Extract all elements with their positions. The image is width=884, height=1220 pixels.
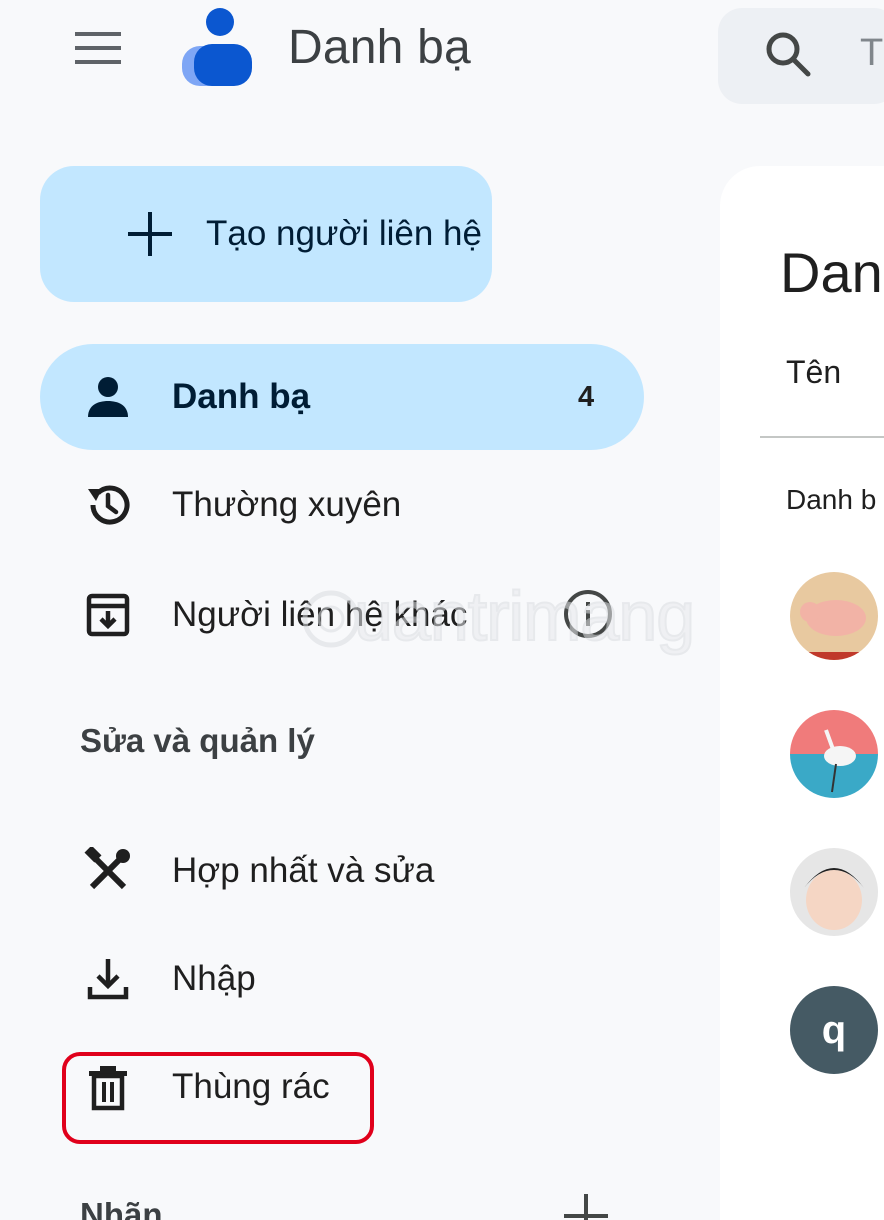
page-title: Dan xyxy=(780,241,883,304)
manage-section-title: Sửa và quản lý xyxy=(80,722,315,759)
avatar[interactable] xyxy=(790,572,878,660)
avatar[interactable] xyxy=(790,710,878,798)
merge-fix-icon xyxy=(84,847,130,890)
info-icon[interactable] xyxy=(560,586,616,642)
search-bar[interactable]: T xyxy=(718,8,884,104)
search-placeholder: T xyxy=(860,32,884,74)
sidebar-item-frequent[interactable]: Thường xuyên xyxy=(40,452,644,558)
main-panel: Dan Tên Danh b q xyxy=(720,166,884,1220)
avatar-letter[interactable]: q xyxy=(790,986,878,1074)
sidebar-item-import[interactable]: Nhập xyxy=(40,926,644,1032)
menu-button[interactable] xyxy=(62,18,134,78)
sidebar-item-trash[interactable]: Thùng rác xyxy=(40,1034,644,1140)
labels-section-title: Nhãn xyxy=(80,1196,163,1220)
sidebar-item-label: Người liên hệ khác xyxy=(172,595,468,634)
column-header-name[interactable]: Tên xyxy=(786,354,841,391)
contacts-count-badge: 4 xyxy=(578,381,595,413)
top-bar: Danh bạ T xyxy=(0,0,884,118)
plus-icon xyxy=(128,212,172,256)
contacts-group-label: Danh b xyxy=(786,484,877,515)
create-contact-label: Tạo người liên hệ xyxy=(206,214,482,253)
history-icon xyxy=(88,485,130,525)
sidebar-item-label: Thùng rác xyxy=(172,1067,330,1106)
divider xyxy=(760,436,884,438)
sidebar-item-contacts[interactable]: Danh bạ 4 xyxy=(40,344,644,450)
app-title: Danh bạ xyxy=(288,21,471,74)
sidebar-item-label: Danh bạ xyxy=(172,377,311,416)
child-photo-avatar xyxy=(790,848,878,936)
bird-photo-avatar xyxy=(790,710,878,798)
pig-photo-avatar xyxy=(790,572,878,660)
download-icon xyxy=(87,959,129,1000)
sidebar-item-label: Nhập xyxy=(172,959,256,998)
hamburger-menu-icon xyxy=(75,32,121,64)
archive-download-icon xyxy=(86,593,130,637)
sidebar-item-label: Thường xuyên xyxy=(172,485,402,524)
trash-icon xyxy=(89,1066,127,1111)
person-icon xyxy=(88,377,128,417)
create-contact-button[interactable]: Tạo người liên hệ xyxy=(40,166,492,302)
sidebar-item-label: Hợp nhất và sửa xyxy=(172,851,435,890)
search-icon[interactable] xyxy=(762,28,814,80)
add-label-plus-icon[interactable] xyxy=(560,1190,612,1220)
contacts-logo-icon[interactable] xyxy=(180,6,254,88)
sidebar-item-other-contacts[interactable]: Người liên hệ khác xyxy=(40,562,644,668)
sidebar-item-merge-fix[interactable]: Hợp nhất và sửa xyxy=(40,818,644,924)
avatar[interactable] xyxy=(790,848,878,936)
